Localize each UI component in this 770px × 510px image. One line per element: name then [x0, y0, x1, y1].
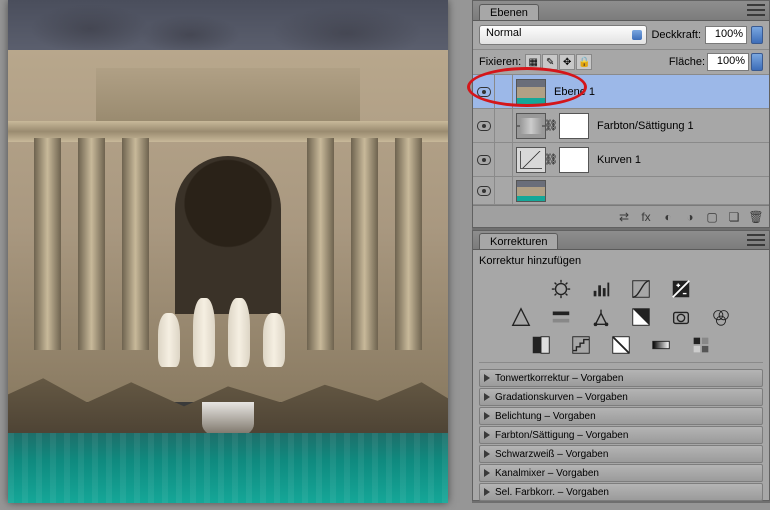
layers-list: Ebene 1 ⛓ Farbton/Sättigung 1 ⛓ Kurven 1 [473, 75, 769, 205]
layer-row-curves[interactable]: ⛓ Kurven 1 [473, 143, 769, 177]
preset-label: Belichtung – Vorgaben [495, 411, 596, 422]
lock-position-icon[interactable]: ✥ [559, 54, 575, 70]
blend-mode-select[interactable]: Normal [479, 25, 647, 45]
preset-label: Schwarzweiß – Vorgaben [495, 449, 608, 460]
visibility-eye-icon[interactable] [477, 121, 491, 131]
black-white-icon[interactable] [630, 306, 652, 328]
layer-thumbnail[interactable] [516, 180, 546, 202]
layers-tab[interactable]: Ebenen [479, 4, 539, 20]
hue-saturation-icon[interactable] [550, 306, 572, 328]
layer-mask-thumbnail[interactable] [559, 147, 589, 173]
layers-panel-footer: ⇄ fx ◐ ◑ ▢ ❏ 🗑 [473, 205, 769, 227]
mask-icon[interactable]: ◐ [659, 209, 677, 225]
brightness-contrast-icon[interactable] [550, 278, 572, 300]
preset-row[interactable]: Kanalmixer – Vorgaben [479, 464, 763, 482]
disclosure-triangle-icon [484, 393, 490, 401]
adjustment-icon-row-1 [479, 278, 763, 300]
invert-icon[interactable] [530, 334, 552, 356]
presets-list: Tonwertkorrektur – Vorgaben Gradationsku… [479, 367, 763, 504]
fx-icon[interactable]: fx [637, 209, 655, 225]
preset-label: Tonwertkorrektur – Vorgaben [495, 373, 623, 384]
visibility-eye-icon[interactable] [477, 87, 491, 97]
layer-thumbnail[interactable] [516, 79, 546, 105]
disclosure-triangle-icon [484, 469, 490, 477]
preset-row[interactable]: Gradationskurven – Vorgaben [479, 388, 763, 406]
lock-all-icon[interactable]: 🔒 [576, 54, 592, 70]
disclosure-triangle-icon [484, 450, 490, 458]
adjustments-panel-tabbar: Korrekturen [473, 231, 769, 250]
link-column [495, 143, 513, 176]
fill-label: Fläche: [669, 56, 705, 68]
disclosure-triangle-icon [484, 431, 490, 439]
opacity-label: Deckkraft: [651, 29, 701, 41]
disclosure-triangle-icon [484, 488, 490, 496]
adjustment-icon-row-3 [479, 334, 763, 356]
opacity-input[interactable]: 100% [705, 26, 747, 44]
color-balance-icon[interactable] [590, 306, 612, 328]
group-icon[interactable]: ▢ [703, 209, 721, 225]
visibility-eye-icon[interactable] [477, 186, 491, 196]
panel-menu-icon[interactable] [747, 234, 765, 246]
layer-name[interactable]: Ebene 1 [554, 86, 595, 98]
adjustments-tab[interactable]: Korrekturen [479, 233, 558, 249]
lock-pixels-icon[interactable]: ✎ [542, 54, 558, 70]
adjustment-icon[interactable]: ◑ [681, 209, 699, 225]
fill-slider-button[interactable] [751, 53, 763, 71]
panel-stack: Ebenen Normal Deckkraft: 100% Fixieren: … [472, 0, 770, 503]
levels-icon[interactable] [590, 278, 612, 300]
adjustment-thumbnail[interactable] [516, 113, 546, 139]
mask-link-icon[interactable]: ⛓ [547, 113, 555, 139]
layers-panel: Ebenen Normal Deckkraft: 100% Fixieren: … [472, 0, 770, 228]
photo-filter-icon[interactable] [670, 306, 692, 328]
preset-label: Gradationskurven – Vorgaben [495, 392, 628, 403]
adjustments-subtitle: Korrektur hinzufügen [479, 253, 763, 272]
trash-icon[interactable]: 🗑 [747, 209, 765, 225]
link-column [495, 177, 513, 204]
preset-row[interactable]: Belichtung – Vorgaben [479, 407, 763, 425]
layer-mask-thumbnail[interactable] [559, 113, 589, 139]
canvas-area [0, 0, 460, 503]
layer-name[interactable]: Kurven 1 [597, 154, 641, 166]
disclosure-triangle-icon [484, 412, 490, 420]
fill-input[interactable]: 100% [707, 53, 749, 71]
preset-label: Sel. Farbkorr. – Vorgaben [495, 487, 609, 498]
exposure-icon[interactable] [670, 278, 692, 300]
link-icon[interactable]: ⇄ [615, 209, 633, 225]
document-window[interactable] [8, 0, 448, 503]
layers-panel-tabbar: Ebenen [473, 1, 769, 21]
opacity-slider-button[interactable] [751, 26, 763, 44]
layer-row-background[interactable] [473, 177, 769, 205]
adjustment-thumbnail[interactable] [516, 147, 546, 173]
adjustments-panel: Korrekturen Korrektur hinzufügen [472, 230, 770, 501]
layer-row-huesat[interactable]: ⛓ Farbton/Sättigung 1 [473, 109, 769, 143]
blend-opacity-row: Normal Deckkraft: 100% [473, 21, 769, 50]
mask-link-icon[interactable]: ⛓ [547, 147, 555, 173]
vibrance-icon[interactable] [510, 306, 532, 328]
layer-row-ebene-1[interactable]: Ebene 1 [473, 75, 769, 109]
preset-row[interactable]: Farbton/Sättigung – Vorgaben [479, 426, 763, 444]
lock-label: Fixieren: [479, 56, 521, 68]
preset-label: Kanalmixer – Vorgaben [495, 468, 599, 479]
visibility-eye-icon[interactable] [477, 155, 491, 165]
lock-fill-row: Fixieren: ▦ ✎ ✥ 🔒 Fläche: 100% [473, 50, 769, 75]
photo-trevi-fountain [8, 0, 448, 503]
preset-row[interactable]: Sel. Farbkorr. – Vorgaben [479, 483, 763, 501]
channel-mixer-icon[interactable] [710, 306, 732, 328]
panel-menu-icon[interactable] [747, 4, 765, 16]
threshold-icon[interactable] [610, 334, 632, 356]
lock-transparency-icon[interactable]: ▦ [525, 54, 541, 70]
disclosure-triangle-icon [484, 374, 490, 382]
link-column [495, 75, 513, 108]
gradient-map-icon[interactable] [650, 334, 672, 356]
layer-name[interactable]: Farbton/Sättigung 1 [597, 120, 694, 132]
preset-row[interactable]: Tonwertkorrektur – Vorgaben [479, 369, 763, 387]
preset-label: Farbton/Sättigung – Vorgaben [495, 430, 628, 441]
link-column [495, 109, 513, 142]
posterize-icon[interactable] [570, 334, 592, 356]
new-layer-icon[interactable]: ❏ [725, 209, 743, 225]
selective-color-icon[interactable] [690, 334, 712, 356]
adjustment-icon-row-2 [479, 306, 763, 328]
curves-icon[interactable] [630, 278, 652, 300]
preset-row[interactable]: Schwarzweiß – Vorgaben [479, 445, 763, 463]
